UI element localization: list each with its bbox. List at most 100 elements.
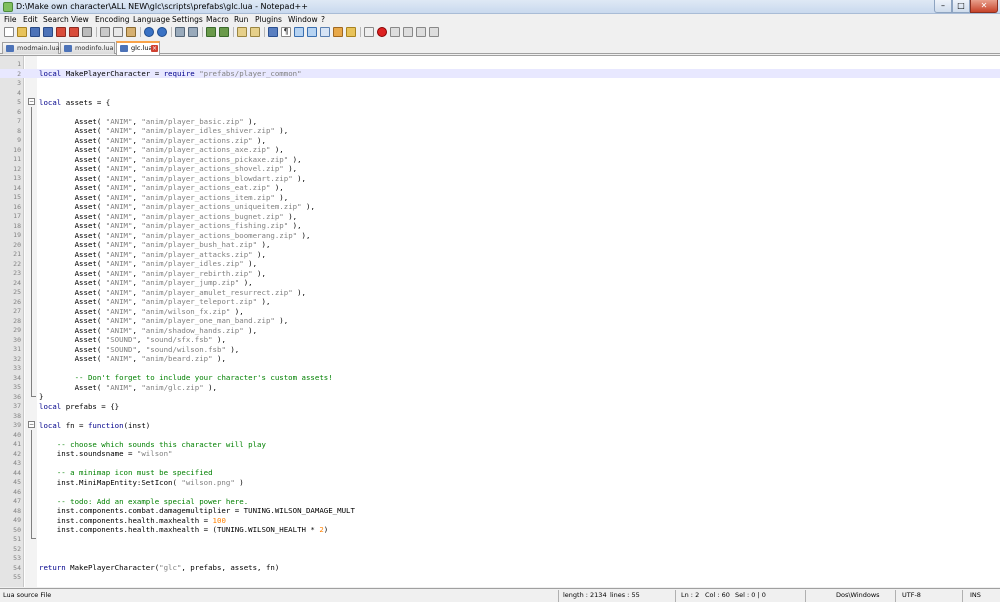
menu-search[interactable]: Search [43, 15, 69, 24]
record-macro-icon[interactable] [377, 27, 387, 37]
udl-icon[interactable] [307, 27, 317, 37]
code-editor[interactable]: 1 2 local MakePlayerCharacter = require "p… [0, 55, 1000, 587]
code-text[interactable]: Asset( "ANIM", "anim/player_idles_shiver… [39, 126, 289, 135]
code-text[interactable]: Asset( "ANIM", "anim/player_actions_blow… [39, 174, 306, 183]
code-line[interactable]: 47 -- todo: Add an example special power… [0, 496, 1000, 506]
code-line[interactable]: 49 inst.components.health.maxhealth = 10… [0, 515, 1000, 525]
code-text[interactable]: inst.soundsname = "wilson" [39, 449, 173, 458]
code-text[interactable]: Asset( "ANIM", "anim/player_bush_hat.zip… [39, 240, 271, 249]
code-line[interactable]: 19 Asset( "ANIM", "anim/player_actions_b… [0, 230, 1000, 240]
code-line[interactable]: 12 Asset( "ANIM", "anim/player_actions_s… [0, 163, 1000, 173]
close-window-button[interactable]: ✕ [970, 0, 998, 13]
code-line[interactable]: 40 [0, 429, 1000, 439]
menu-file[interactable]: File [4, 15, 17, 24]
code-line[interactable]: 38 [0, 411, 1000, 421]
fold-toggle-icon[interactable]: − [28, 98, 35, 105]
code-line[interactable]: 35 Asset( "ANIM", "anim/glc.zip" ), [0, 382, 1000, 392]
code-text[interactable]: Asset( "ANIM", "anim/player_actions_shov… [39, 164, 298, 173]
menu-view[interactable]: View [71, 15, 89, 24]
close-tab-icon[interactable]: × [151, 45, 158, 52]
code-line[interactable]: 8 Asset( "ANIM", "anim/player_idles_shiv… [0, 125, 1000, 135]
code-line[interactable]: 34 -- Don't forget to include your chara… [0, 372, 1000, 382]
code-text[interactable]: Asset( "ANIM", "anim/player_actions.zip"… [39, 136, 266, 145]
code-text[interactable]: Asset( "ANIM", "anim/player_actions_bugn… [39, 212, 298, 221]
code-line[interactable]: 52 [0, 544, 1000, 554]
code-line[interactable]: 32 Asset( "ANIM", "anim/beard.zip" ), [0, 353, 1000, 363]
function-list-icon[interactable] [333, 27, 343, 37]
open-file-icon[interactable] [17, 27, 27, 37]
play-multiple-icon[interactable] [416, 27, 426, 37]
code-text[interactable]: Asset( "ANIM", "anim/player_jump.zip" ), [39, 278, 253, 287]
zoom-in-icon[interactable] [206, 27, 216, 37]
insert-mode-status[interactable]: INS [970, 591, 981, 599]
code-text[interactable]: Asset( "ANIM", "anim/player_one_man_band… [39, 316, 289, 325]
code-line[interactable]: 1 [0, 59, 1000, 69]
code-text[interactable]: inst.components.health.maxhealth = 100 [39, 516, 226, 525]
code-line[interactable]: 10 Asset( "ANIM", "anim/player_actions_a… [0, 144, 1000, 154]
code-line[interactable]: 55 [0, 572, 1000, 582]
tab-glc[interactable]: glc.lua × [116, 41, 160, 55]
code-text[interactable]: Asset( "ANIM", "anim/player_actions_eat.… [39, 183, 284, 192]
code-line[interactable]: 42 inst.soundsname = "wilson" [0, 448, 1000, 458]
code-line[interactable]: 20 Asset( "ANIM", "anim/player_bush_hat.… [0, 239, 1000, 249]
code-line[interactable]: 7 Asset( "ANIM", "anim/player_basic.zip"… [0, 116, 1000, 126]
show-all-chars-icon[interactable]: ¶ [281, 27, 291, 37]
code-text[interactable]: Asset( "SOUND", "sound/sfx.fsb" ), [39, 335, 226, 344]
save-icon[interactable] [30, 27, 40, 37]
fold-toggle-icon[interactable]: − [28, 421, 35, 428]
code-line[interactable]: 45 inst.MiniMapEntity:SetIcon( "wilson.p… [0, 477, 1000, 487]
code-text[interactable]: Asset( "ANIM", "anim/player_actions_item… [39, 193, 289, 202]
code-line[interactable]: 44 -- a minimap icon must be specified [0, 467, 1000, 477]
code-text[interactable]: inst.components.health.maxhealth = (TUNI… [39, 525, 328, 534]
code-text[interactable]: Asset( "ANIM", "anim/player_actions_uniq… [39, 202, 315, 211]
code-text[interactable]: -- choose which sounds this character wi… [39, 440, 266, 449]
code-text[interactable]: local fn = function(inst) [39, 421, 150, 430]
code-line[interactable]: 48 inst.components.combat.damagemultipli… [0, 505, 1000, 515]
close-all-icon[interactable] [69, 27, 79, 37]
redo-icon[interactable] [157, 27, 167, 37]
close-icon[interactable] [56, 27, 66, 37]
code-area[interactable]: 1 2 local MakePlayerCharacter = require "p… [0, 59, 1000, 582]
code-text[interactable]: local assets = { [39, 98, 110, 107]
encoding-status[interactable]: UTF-8 [902, 591, 921, 599]
paste-icon[interactable] [126, 27, 136, 37]
code-text[interactable]: Asset( "SOUND", "sound/wilson.fsb" ), [39, 345, 240, 354]
menu-language[interactable]: Language [133, 15, 170, 24]
tab-modinfo[interactable]: modinfo.lua [60, 42, 115, 54]
menu-help[interactable]: ? [321, 15, 325, 24]
code-text[interactable]: -- Don't forget to include your characte… [39, 373, 333, 382]
code-text[interactable]: -- a minimap icon must be specified [39, 468, 213, 477]
code-line[interactable]: 4 [0, 88, 1000, 98]
code-text[interactable]: Asset( "ANIM", "anim/shadow_hands.zip" )… [39, 326, 257, 335]
code-line[interactable]: 13 Asset( "ANIM", "anim/player_actions_b… [0, 173, 1000, 183]
tab-modmain[interactable]: modmain.lua [2, 42, 60, 54]
code-text[interactable]: Asset( "ANIM", "anim/player_teleport.zip… [39, 297, 271, 306]
code-line[interactable]: 14 Asset( "ANIM", "anim/player_actions_e… [0, 182, 1000, 192]
code-text[interactable]: inst.MiniMapEntity:SetIcon( "wilson.png"… [39, 478, 244, 487]
code-line[interactable]: 41 -- choose which sounds this character… [0, 439, 1000, 449]
code-text[interactable]: local prefabs = {} [39, 402, 119, 411]
minimize-button[interactable]: – [934, 0, 952, 13]
code-text[interactable]: Asset( "ANIM", "anim/player_basic.zip" )… [39, 117, 257, 126]
maximize-button[interactable]: □ [952, 0, 970, 13]
code-text[interactable]: local MakePlayerCharacter = require "pre… [39, 69, 302, 78]
code-line[interactable]: 5− local assets = { [0, 97, 1000, 107]
code-line[interactable]: 26 Asset( "ANIM", "anim/player_teleport.… [0, 296, 1000, 306]
code-line[interactable]: 53 [0, 553, 1000, 563]
replace-icon[interactable] [188, 27, 198, 37]
code-line[interactable]: 2 local MakePlayerCharacter = require "pr… [0, 68, 1000, 78]
code-text[interactable]: Asset( "ANIM", "anim/player_amulet_resur… [39, 288, 306, 297]
copy-icon[interactable] [113, 27, 123, 37]
print-icon[interactable] [82, 27, 92, 37]
cut-icon[interactable] [100, 27, 110, 37]
code-line[interactable]: 6 [0, 106, 1000, 116]
code-line[interactable]: 9 Asset( "ANIM", "anim/player_actions.zi… [0, 135, 1000, 145]
code-line[interactable]: 3 [0, 78, 1000, 88]
menu-run[interactable]: Run [234, 15, 248, 24]
menu-plugins[interactable]: Plugins [255, 15, 282, 24]
code-line[interactable]: 37 local prefabs = {} [0, 401, 1000, 411]
code-text[interactable]: Asset( "ANIM", "anim/glc.zip" ), [39, 383, 217, 392]
code-line[interactable]: 17 Asset( "ANIM", "anim/player_actions_b… [0, 211, 1000, 221]
code-line[interactable]: 39− local fn = function(inst) [0, 420, 1000, 430]
code-line[interactable]: 29 Asset( "ANIM", "anim/shadow_hands.zip… [0, 325, 1000, 335]
